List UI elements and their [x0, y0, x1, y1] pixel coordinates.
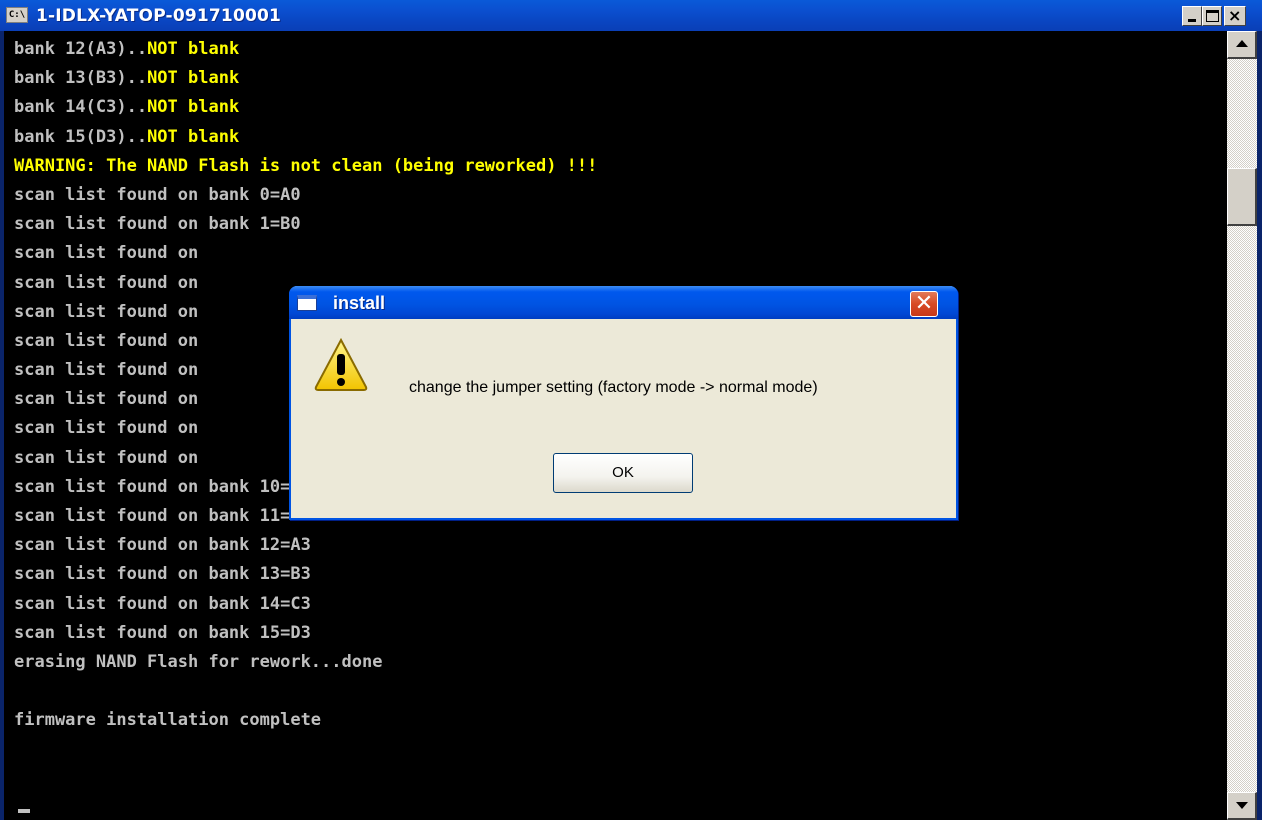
- console-line-text: bank 12(A3)..: [14, 39, 148, 59]
- console-line-text: bank 13(B3)..: [14, 68, 148, 89]
- scroll-down-button[interactable]: [1227, 792, 1257, 820]
- console-line: scan list found on bank 13=B3: [14, 560, 597, 589]
- console-line: WARNING: The NAND Flash is not clean (be…: [14, 152, 597, 181]
- console-titlebar[interactable]: C:\ 1-IDLX-YATOP-091710001 ×: [0, 0, 1262, 32]
- console-line: bank 12(A3)..NOT blank: [14, 35, 597, 64]
- console-line-text: scan list found on bank 0=A0: [14, 184, 301, 205]
- console-line-highlight: NOT blank: [147, 126, 240, 147]
- scrollbar-thumb[interactable]: [1227, 168, 1257, 226]
- console-line: scan list found on bank 14=C3: [14, 590, 597, 619]
- dialog-title: install: [333, 293, 386, 313]
- console-line-text: scan list found on: [14, 301, 199, 322]
- console-line-text: scan list found on bank 1=B0: [14, 214, 301, 235]
- dialog-titlebar[interactable]: install ✕: [289, 286, 958, 319]
- console-line-text: bank 15(D3)..: [14, 126, 148, 147]
- console-line-text: scan list found on: [14, 389, 199, 410]
- console-line-text: scan list found on bank 10=C2: [14, 476, 311, 497]
- window-icon: [297, 295, 317, 311]
- console-line: bank 14(C3)..NOT blank: [14, 93, 597, 122]
- console-line-text: scan list found on bank 15=D3: [14, 622, 311, 643]
- console-line: bank 15(D3)..NOT blank: [14, 123, 597, 152]
- warning-icon: [314, 337, 368, 391]
- console-line-text: bank 14(C3)..: [14, 97, 148, 118]
- arrow-down-icon: [1236, 802, 1248, 809]
- console-line-text: scan list found on bank 11=D2: [14, 506, 311, 526]
- console-line: scan list found on: [14, 239, 597, 268]
- maximize-icon: [1206, 10, 1219, 22]
- console-line-text: scan list found on: [14, 272, 199, 293]
- console-line: scan list found on bank 0=A0: [14, 181, 597, 210]
- ok-button[interactable]: OK: [553, 453, 693, 493]
- minimize-icon: [1188, 19, 1196, 22]
- close-button[interactable]: ×: [1224, 6, 1246, 26]
- vertical-scrollbar[interactable]: [1227, 31, 1262, 820]
- console-line-highlight: NOT blank: [147, 68, 240, 89]
- console-title: 1-IDLX-YATOP-091710001: [36, 6, 282, 26]
- console-line-text: scan list found on bank 13=B3: [14, 564, 311, 585]
- console-line-highlight: NOT blank: [147, 97, 240, 118]
- text-cursor: [18, 809, 30, 813]
- maximize-button[interactable]: [1202, 6, 1222, 26]
- console-app-icon[interactable]: C:\: [6, 7, 28, 23]
- console-line-text: scan list found on: [14, 447, 199, 468]
- console-line: erasing NAND Flash for rework...done: [14, 648, 597, 677]
- console-line-text: scan list found on: [14, 360, 199, 381]
- console-line-text: scan list found on: [14, 243, 199, 264]
- console-line-text: firmware installation complete: [14, 710, 322, 731]
- console-line: scan list found on bank 15=D3: [14, 619, 597, 648]
- console-line-text: scan list found on: [14, 330, 199, 351]
- console-line-text: scan list found on bank 14=C3: [14, 593, 311, 614]
- console-line-text: erasing NAND Flash for rework...done: [14, 651, 383, 672]
- console-line: firmware installation complete: [14, 706, 597, 735]
- console-line: scan list found on bank 12=A3: [14, 531, 597, 560]
- close-icon: ×: [1228, 6, 1242, 25]
- console-line-highlight: NOT blank: [147, 39, 240, 59]
- dialog-message: change the jumper setting (factory mode …: [409, 379, 818, 396]
- console-line-text: scan list found on bank 12=A3: [14, 535, 311, 556]
- console-line-highlight: WARNING: The NAND Flash is not clean (be…: [14, 155, 598, 176]
- dialog-close-button[interactable]: ✕: [910, 291, 938, 317]
- minimize-button[interactable]: [1182, 6, 1202, 26]
- arrow-up-icon: [1236, 40, 1248, 47]
- install-dialog: install ✕ change the jumper setting (fac…: [289, 286, 958, 520]
- console-line: bank 13(B3)..NOT blank: [14, 64, 597, 93]
- console-line: scan list found on bank 1=B0: [14, 210, 597, 239]
- console-line-text: scan list found on: [14, 418, 199, 439]
- scroll-up-button[interactable]: [1227, 31, 1257, 59]
